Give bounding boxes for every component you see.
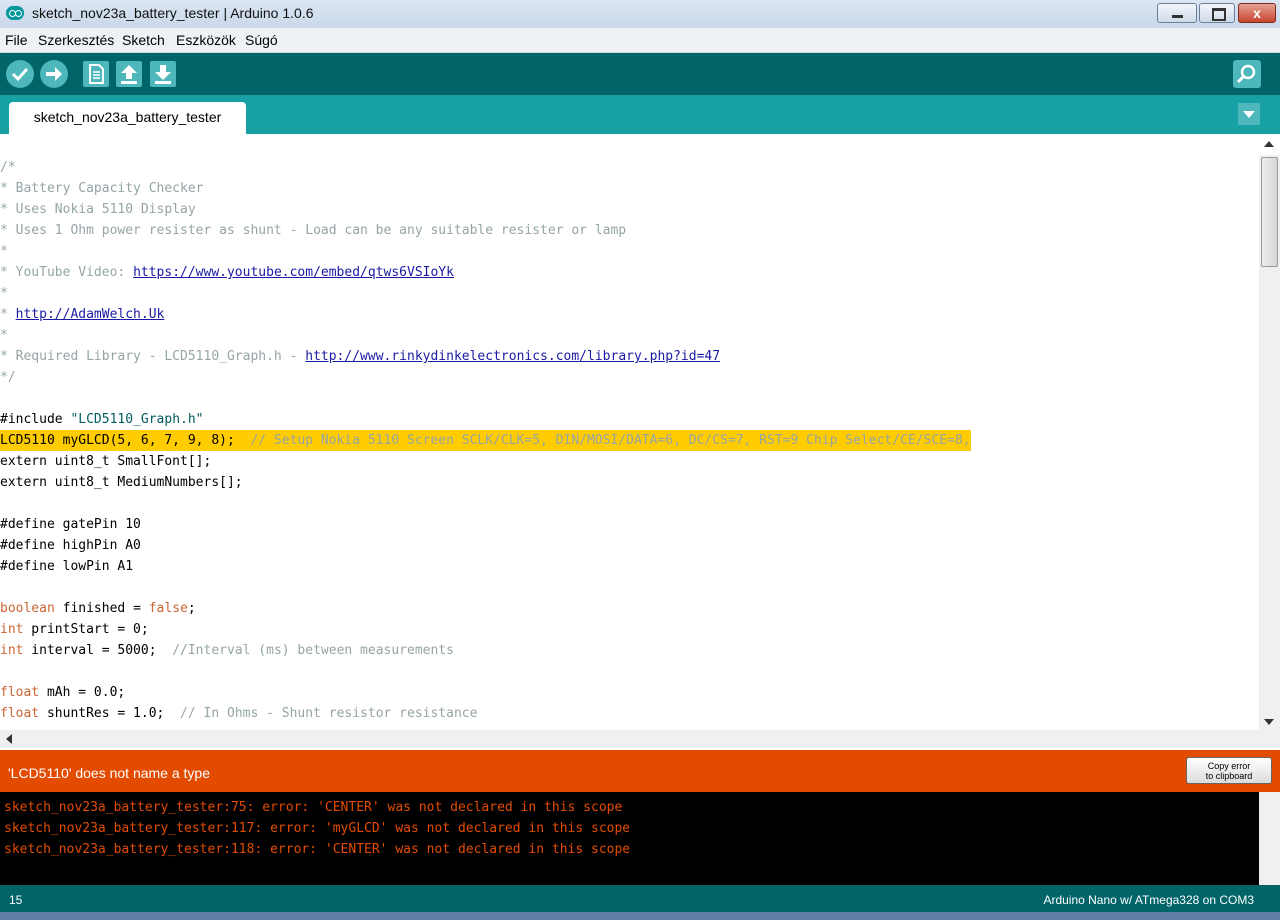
code-line: #include "LCD5110_Graph.h" (0, 409, 204, 430)
keyword: false (148, 601, 188, 616)
directive-text: #include (0, 412, 71, 427)
taskbar (0, 912, 1280, 920)
code-line: extern uint8_t SmallFont[]; (0, 454, 212, 469)
menu-edit[interactable]: Szerkesztés (38, 32, 114, 48)
close-button[interactable]: x (1238, 3, 1276, 23)
arduino-logo-icon (6, 6, 24, 20)
code-line: int printStart = 0; (0, 619, 149, 640)
code-line: * (0, 328, 8, 343)
error-message-bar: 'LCD5110' does not name a type Copy erro… (0, 750, 1280, 792)
title-bar: sketch_nov23a_battery_tester | Arduino 1… (0, 0, 1280, 28)
error-message: 'LCD5110' does not name a type (8, 765, 210, 781)
code-line: extern uint8_t MediumNumbers[]; (0, 475, 243, 490)
menu-tools[interactable]: Eszközök (176, 32, 236, 48)
maximize-button[interactable] (1199, 3, 1235, 23)
console-line: sketch_nov23a_battery_tester:118: error:… (4, 842, 631, 857)
code-text: interval = 5000; (23, 643, 173, 658)
scrollbar-thumb[interactable] (1261, 157, 1278, 267)
comment-text: //Interval (ms) between measurements (172, 643, 454, 658)
menu-help[interactable]: Súgó (245, 32, 278, 48)
error-highlighted-line: LCD5110 myGLCD(5, 6, 7, 9, 8); // Setup … (0, 430, 971, 451)
menu-file[interactable]: File (5, 32, 28, 48)
code-line: boolean finished = false; (0, 598, 196, 619)
verify-button[interactable] (6, 60, 34, 88)
code-text: mAh = 0.0; (39, 685, 126, 700)
code-line: */ (0, 370, 16, 385)
code-text: LCD5110 myGLCD(5, 6, 7, 9, 8); (0, 433, 251, 448)
tab-sketch[interactable]: sketch_nov23a_battery_tester (9, 102, 246, 134)
minimize-button[interactable] (1157, 3, 1197, 23)
code-line: #define gatePin 10 (0, 517, 141, 532)
keyword: boolean (0, 601, 55, 616)
upload-icon (46, 67, 62, 81)
comment-text: // In Ohms - Shunt resistor resistance (180, 706, 478, 721)
code-line: float shuntRes = 1.0; // In Ohms - Shunt… (0, 703, 477, 724)
copy-error-label: Copy error (1207, 761, 1251, 771)
code-line: * Uses 1 Ohm power resister as shunt - L… (0, 223, 627, 238)
scroll-up-icon[interactable] (1264, 141, 1274, 147)
code-editor[interactable]: /* * Battery Capacity Checker * Uses Nok… (0, 134, 1259, 730)
keyword: int (0, 622, 24, 637)
verify-icon (11, 67, 29, 82)
save-icon (155, 65, 171, 84)
code-line: /* (0, 160, 16, 175)
code-line: * YouTube Video: https://www.youtube.com… (0, 262, 454, 283)
upload-button[interactable] (40, 60, 68, 88)
copy-error-label: to clipboard (1205, 771, 1253, 781)
youtube-link[interactable]: https://www.youtube.com/embed/qtws6VSIoY… (133, 265, 454, 280)
code-text: printStart = 0; (23, 622, 149, 637)
menu-sketch[interactable]: Sketch (122, 32, 165, 48)
code-text: finished = (54, 601, 149, 616)
library-link[interactable]: http://www.rinkydinkelectronics.com/libr… (305, 349, 720, 364)
board-info: Arduino Nano w/ ATmega328 on COM3 (1043, 893, 1254, 907)
code-text: ; (187, 601, 196, 616)
window-title: sketch_nov23a_battery_tester | Arduino 1… (32, 5, 314, 21)
serial-monitor-icon (1236, 64, 1256, 84)
menu-bar: File Szerkesztés Sketch Eszközök Súgó (0, 28, 1280, 53)
line-number: 15 (9, 893, 23, 907)
code-line: int interval = 5000; //Interval (ms) bet… (0, 640, 454, 661)
editor-vertical-scrollbar[interactable] (1259, 141, 1280, 730)
string-literal: "LCD5110_Graph.h" (70, 412, 204, 427)
code-line: * Battery Capacity Checker (0, 181, 204, 196)
scroll-down-icon[interactable] (1264, 719, 1274, 725)
console-line: sketch_nov23a_battery_tester:117: error:… (4, 821, 631, 836)
keyword: int (0, 643, 24, 658)
status-bar: 15 Arduino Nano w/ ATmega328 on COM3 (0, 885, 1280, 912)
open-icon (121, 65, 137, 84)
scroll-left-icon[interactable] (6, 734, 12, 744)
editor-horizontal-scrollbar[interactable] (0, 730, 1280, 748)
adamwelch-link[interactable]: http://AdamWelch.Uk (16, 307, 165, 322)
comment-text: * YouTube Video: (0, 265, 134, 280)
code-line: * Required Library - LCD5110_Graph.h - h… (0, 346, 720, 367)
code-line: #define lowPin A1 (0, 559, 134, 574)
comment-text: * (0, 307, 16, 322)
code-line: * (0, 244, 8, 259)
new-icon (89, 64, 104, 84)
tab-menu-chevron-down-icon[interactable] (1238, 103, 1260, 125)
comment-text: // Setup Nokia 5110 Screen SCLK/CLK=5, D… (250, 433, 971, 448)
save-button[interactable] (150, 61, 176, 87)
tab-strip: sketch_nov23a_battery_tester (0, 95, 1280, 134)
code-line: #define highPin A0 (0, 538, 141, 553)
open-button[interactable] (116, 61, 142, 87)
code-line: * Uses Nokia 5110 Display (0, 202, 196, 217)
console-output[interactable]: sketch_nov23a_battery_tester:75: error: … (0, 792, 1259, 885)
copy-error-button[interactable]: Copy error to clipboard (1186, 757, 1272, 784)
code-line: float mAh = 0.0; (0, 682, 125, 703)
serial-monitor-button[interactable] (1233, 60, 1261, 88)
code-line: * (0, 286, 8, 301)
new-button[interactable] (83, 61, 109, 87)
keyword: float (0, 706, 40, 721)
code-line: * http://AdamWelch.Uk (0, 304, 164, 325)
toolbar (0, 53, 1280, 95)
console-line: sketch_nov23a_battery_tester:75: error: … (4, 800, 623, 815)
keyword: float (0, 685, 40, 700)
comment-text: * Required Library - LCD5110_Graph.h - (0, 349, 306, 364)
console-scrollbar[interactable] (1259, 792, 1280, 885)
code-text: shuntRes = 1.0; (39, 706, 181, 721)
